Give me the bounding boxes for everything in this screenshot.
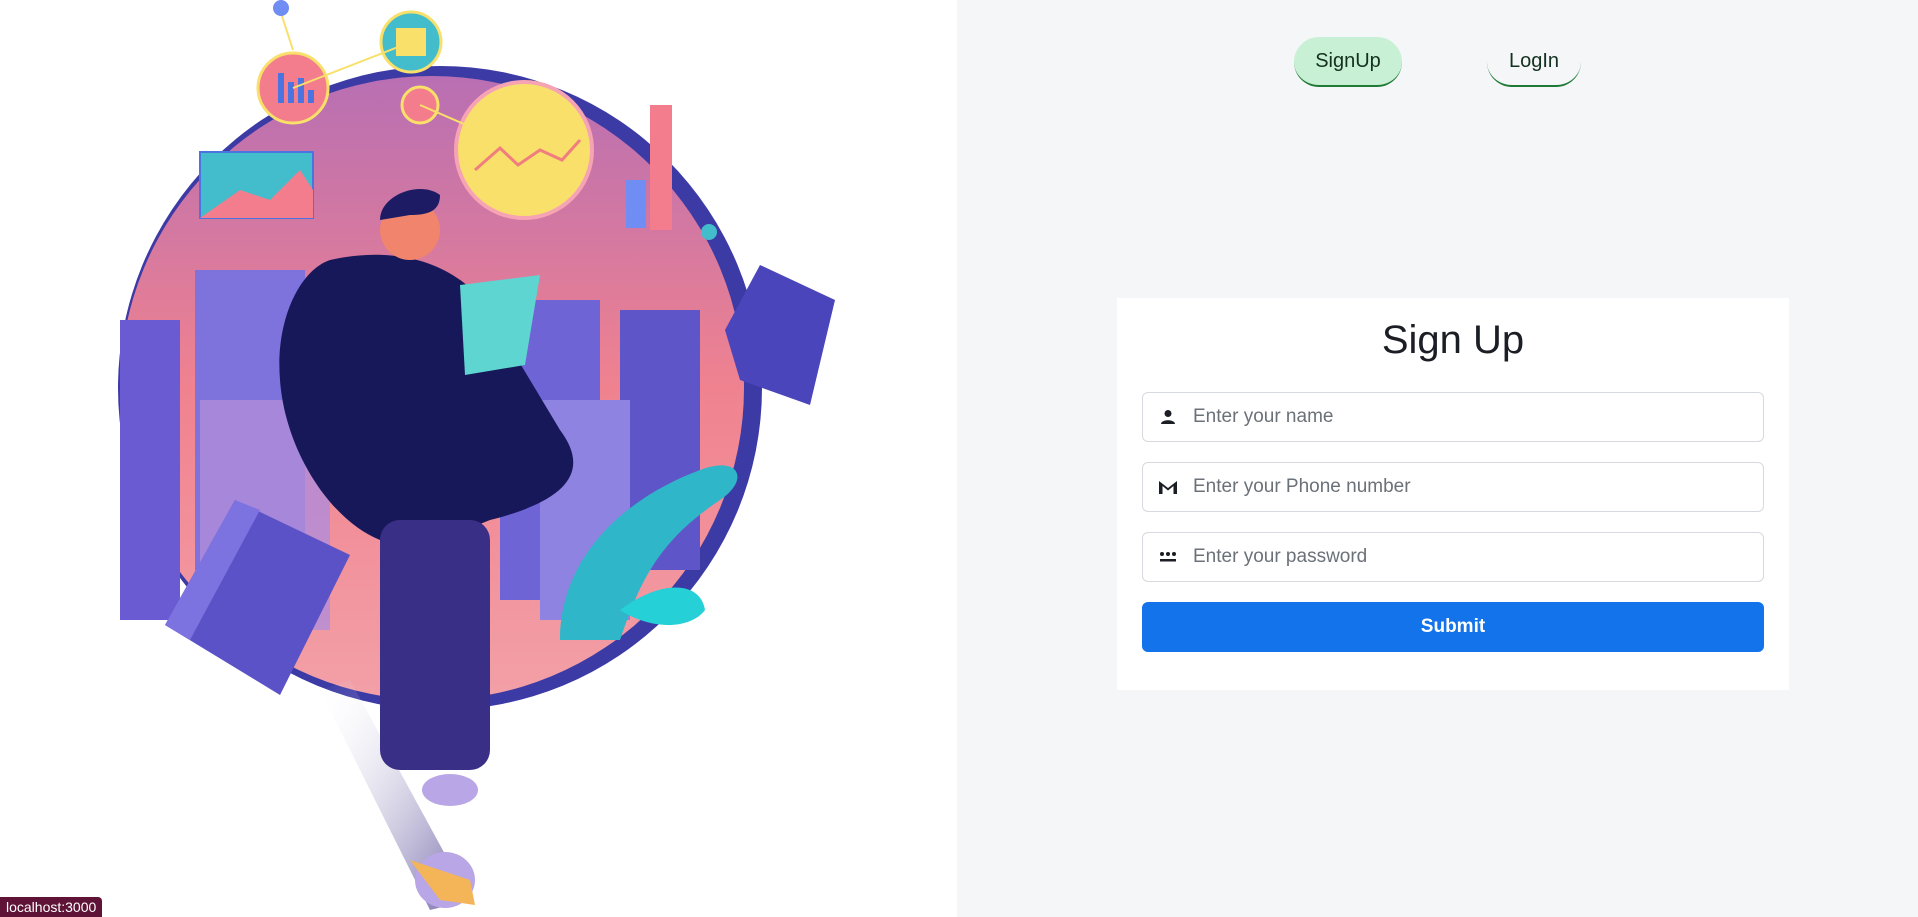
submit-button[interactable]: Submit	[1142, 602, 1764, 652]
name-input[interactable]	[1193, 394, 1763, 440]
password-field[interactable]	[1142, 532, 1764, 582]
login-tab-label: LogIn	[1508, 49, 1560, 72]
phone-field[interactable]	[1142, 462, 1764, 512]
person-legs	[380, 520, 490, 770]
name-field[interactable]	[1142, 392, 1764, 442]
hero-illustration	[0, 0, 957, 917]
signup-form-card: Sign Up Enter your name Enter your Phone…	[1117, 298, 1789, 690]
person-icon	[1143, 393, 1193, 441]
signup-tab-label: SignUp	[1315, 49, 1381, 72]
password-dots-icon	[1143, 533, 1193, 581]
form-title: Sign Up	[1381, 318, 1525, 362]
signup-panel: SignUp LogIn Sign Up Enter your name Ent…	[957, 0, 1918, 917]
signup-tab-button[interactable]: SignUp	[1294, 37, 1402, 87]
status-url-chip: localhost:3000	[0, 897, 103, 917]
gmail-m-icon	[1143, 463, 1193, 511]
illustration-svg	[118, 0, 835, 910]
submit-label: Submit	[1420, 616, 1486, 637]
login-tab-button[interactable]: LogIn	[1487, 37, 1581, 87]
password-input[interactable]	[1193, 534, 1763, 580]
phone-input[interactable]	[1193, 464, 1763, 510]
